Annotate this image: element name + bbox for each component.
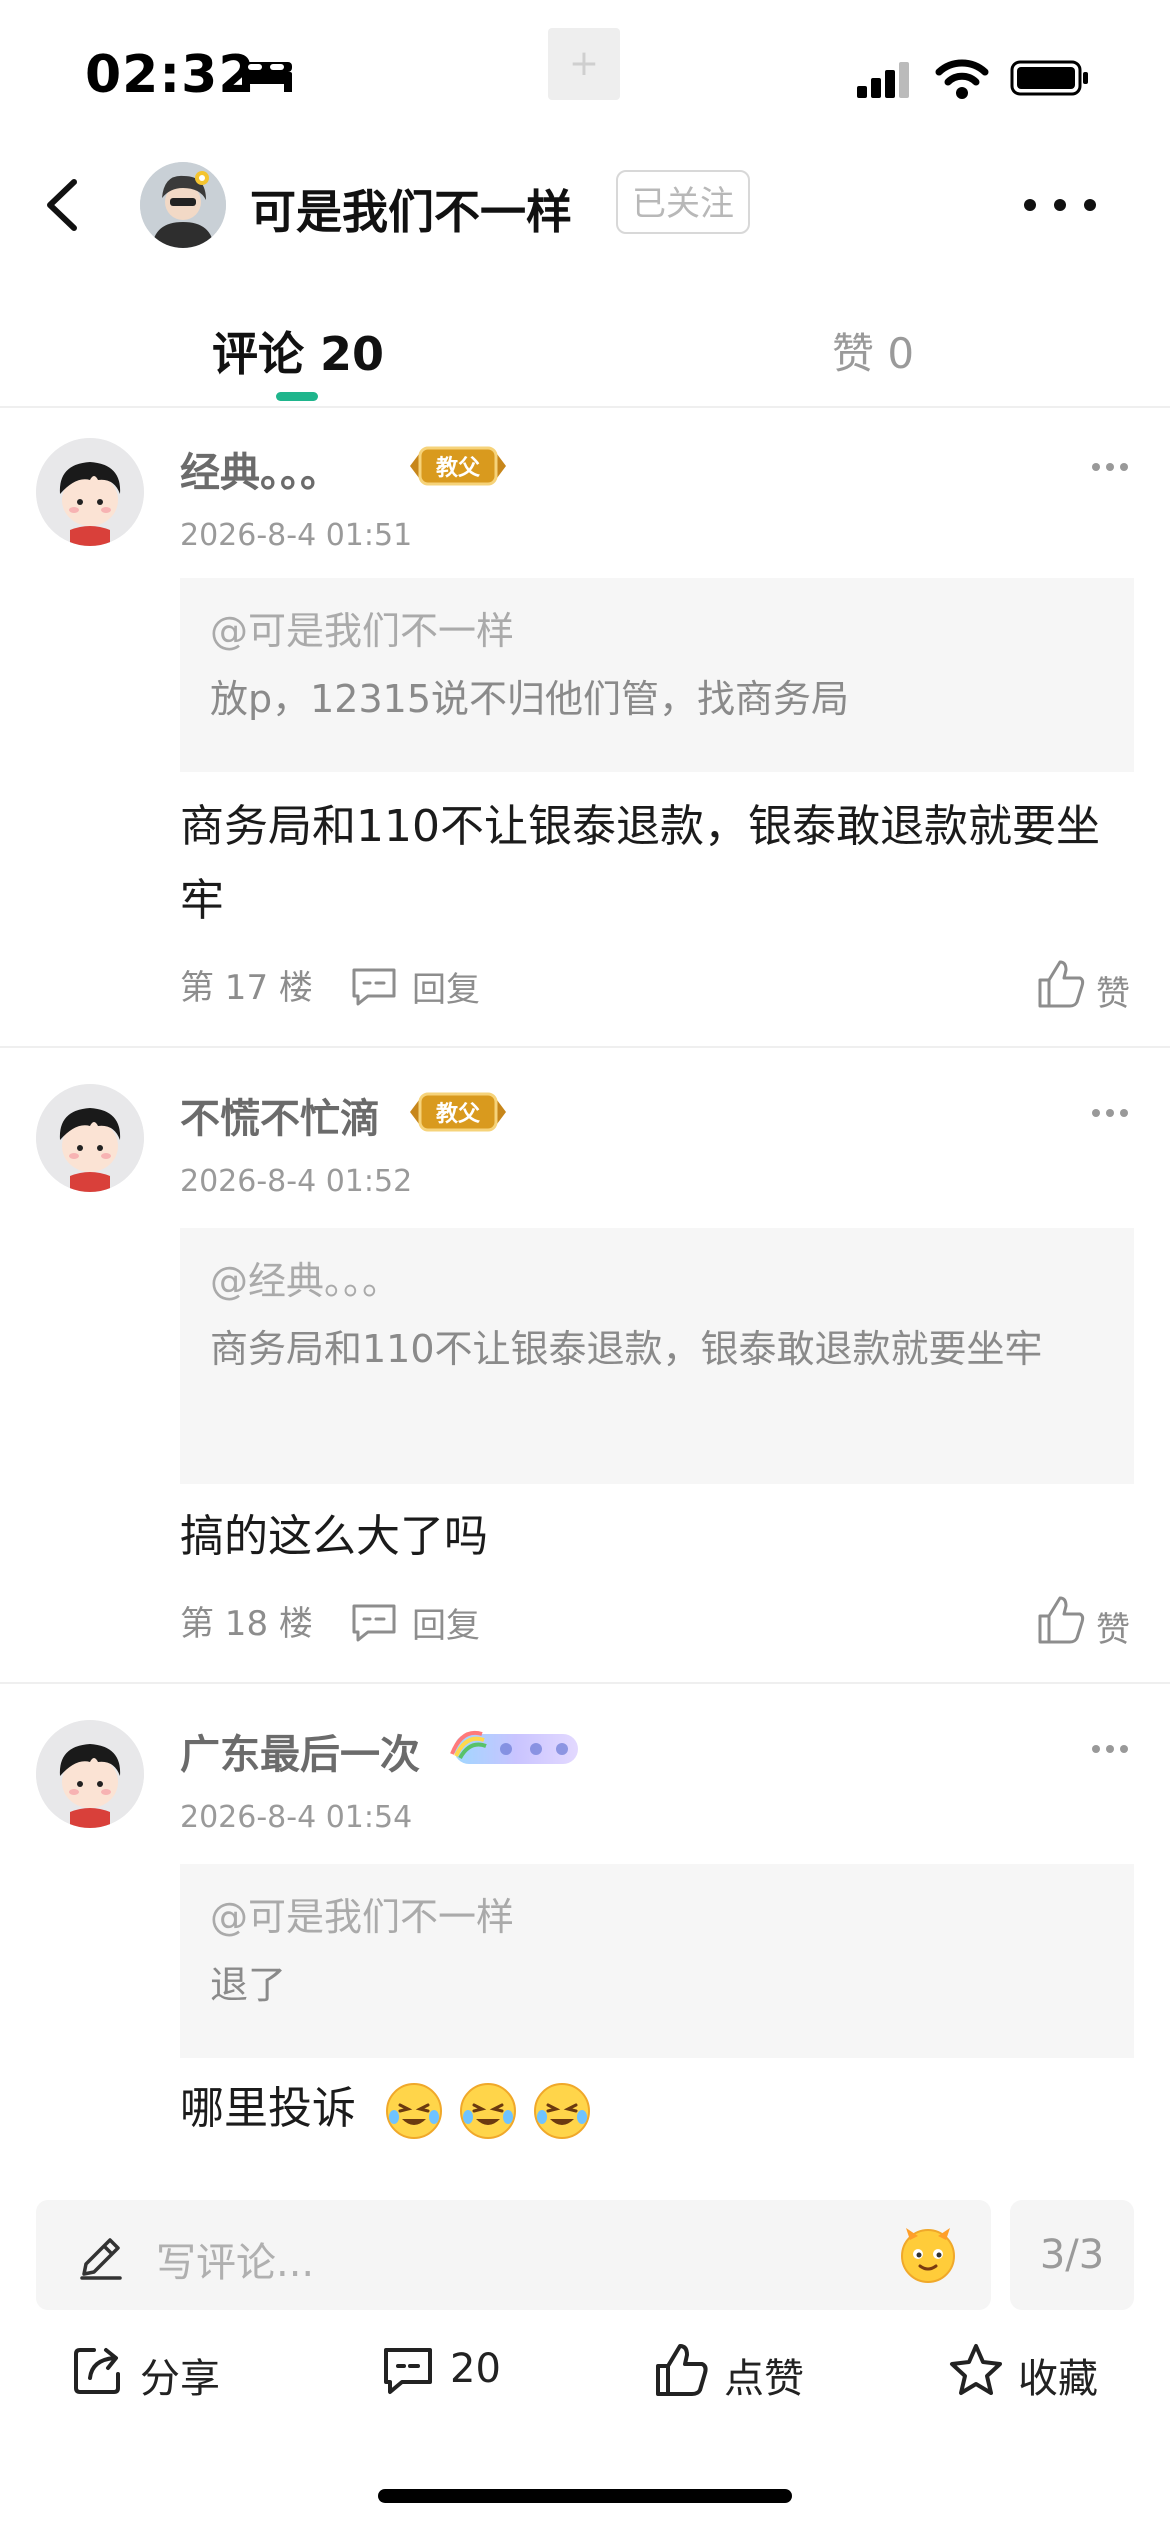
commenter-avatar[interactable] [36,438,144,546]
user-avatar[interactable] [140,162,226,248]
comments-page: 02:32 + 可是我们不一样 已关注 评论 20 赞 0 经典。。。 教父 2… [0,0,1170,2532]
quote-mention[interactable]: @可是我们不一样 [210,604,1104,658]
avatar-image [36,438,144,546]
commenter-name[interactable]: 不慌不忙滴 [180,1086,380,1144]
status-bar: 02:32 + [0,0,1170,140]
quote-mention[interactable]: @经典。。。 [210,1254,1104,1308]
comment-body: 搞的这么大了吗 [180,1511,488,1562]
thumbs-up-icon [656,2344,708,2396]
thumbs-up-icon [1038,1596,1085,1644]
quoted-comment[interactable]: @可是我们不一样 放p，12315说不归他们管，找商务局 [180,578,1134,772]
back-icon[interactable] [30,170,100,240]
action-bar: 分享 20 点赞 收藏 [0,2330,1170,2420]
avatar-image [140,162,226,248]
cellular-signal-icon [857,62,909,98]
comment-input[interactable]: 写评论... [36,2200,991,2310]
like-post-label: 点赞 [724,2356,804,2402]
reply-icon [352,968,396,1006]
avatar-image [36,1720,144,1828]
laughing-tears-emoji-icon [534,2083,590,2139]
share-icon [74,2348,120,2394]
comment-more-icon[interactable] [1090,1742,1130,1756]
header-user-name[interactable]: 可是我们不一样 [250,176,572,242]
home-indicator [378,2489,792,2503]
status-time: 02:32 [85,45,256,105]
avatar-image [36,1084,144,1192]
commenter-avatar[interactable] [36,1720,144,1828]
rank-badge-icon [450,1731,578,1764]
header: 可是我们不一样 已关注 [0,140,1170,270]
comment-item: 经典。。。 教父 2026-8-4 01:51 @可是我们不一样 放p，1231… [0,408,1170,1046]
comment-item: 广东最后一次 2026-8-4 01:54 @可是我们不一样 退了 哪里投诉 [0,1684,1170,2184]
emoji-picker-icon[interactable] [896,2222,960,2286]
commenter-avatar[interactable] [36,1084,144,1192]
tab-likes[interactable]: 赞 0 [832,320,914,381]
commenter-name[interactable]: 经典。。。 [180,440,340,498]
badge-text: 教父 [436,1101,481,1127]
add-icon[interactable]: + [548,28,620,100]
comment-body-row: 哪里投诉 [180,2072,1140,2146]
reply-label: 回复 [412,1606,480,1646]
share-label: 分享 [140,2356,220,2402]
reply-label: 回复 [412,970,480,1010]
wifi-icon [935,59,989,99]
reply-icon [352,1604,396,1642]
floor-number: 第 17 楼 [180,968,313,1008]
quote-text: 退了 [210,1963,287,2007]
like-label: 赞 [1096,1610,1130,1650]
quote-text: 商务局和110不让银泰退款，银泰敢退款就要坐牢 [210,1327,1043,1371]
comment-body: 商务局和110不让银泰退款，银泰敢退款就要坐牢 [180,801,1100,926]
rank-badge-icon: 教父 [410,446,506,486]
thumbs-up-icon [1038,960,1085,1008]
comment-body: 哪里投诉 [180,2083,356,2134]
battery-icon [1010,60,1088,96]
laughing-tears-emoji-icon [460,2083,516,2139]
more-icon[interactable] [1010,180,1110,230]
comment-time: 2026-8-4 01:54 [180,1800,413,1835]
like-label: 赞 [1096,974,1130,1014]
comment-more-icon[interactable] [1090,460,1130,474]
comment-time: 2026-8-4 01:51 [180,518,413,553]
laughing-tears-emoji-icon [386,2083,442,2139]
star-icon [950,2344,1002,2395]
comment-count: 20 [450,2346,501,2392]
badge-text: 教父 [436,455,481,481]
quoted-comment[interactable]: @可是我们不一样 退了 [180,1864,1134,2058]
quoted-comment[interactable]: @经典。。。 商务局和110不让银泰退款，银泰敢退款就要坐牢 [180,1228,1134,1484]
comment-time: 2026-8-4 01:52 [180,1164,413,1199]
follow-button[interactable]: 已关注 [616,170,750,234]
page-indicator[interactable]: 3/3 [1010,2200,1134,2310]
quote-mention[interactable]: @可是我们不一样 [210,1890,1104,1944]
sleep-mode-icon [242,62,292,92]
floor-number: 第 18 楼 [180,1604,313,1644]
tab-comments[interactable]: 评论 20 [212,318,384,384]
comment-input-placeholder: 写评论... [156,2240,315,2286]
comment-icon [384,2348,432,2394]
rank-badge-icon: 教父 [410,1092,506,1132]
active-tab-indicator [276,392,318,401]
commenter-name[interactable]: 广东最后一次 [180,1722,420,1780]
comment-item: 不慌不忙滴 教父 2026-8-4 01:52 @经典。。。 商务局和110不让… [0,1048,1170,1682]
comment-more-icon[interactable] [1090,1106,1130,1120]
favorite-label: 收藏 [1018,2356,1098,2402]
pen-icon [80,2238,122,2280]
quote-text: 放p，12315说不归他们管，找商务局 [210,677,850,721]
tab-bar: 评论 20 赞 0 [0,290,1170,408]
like-button[interactable]: 赞 [1036,1594,1136,1650]
like-button[interactable]: 赞 [1036,958,1136,1014]
